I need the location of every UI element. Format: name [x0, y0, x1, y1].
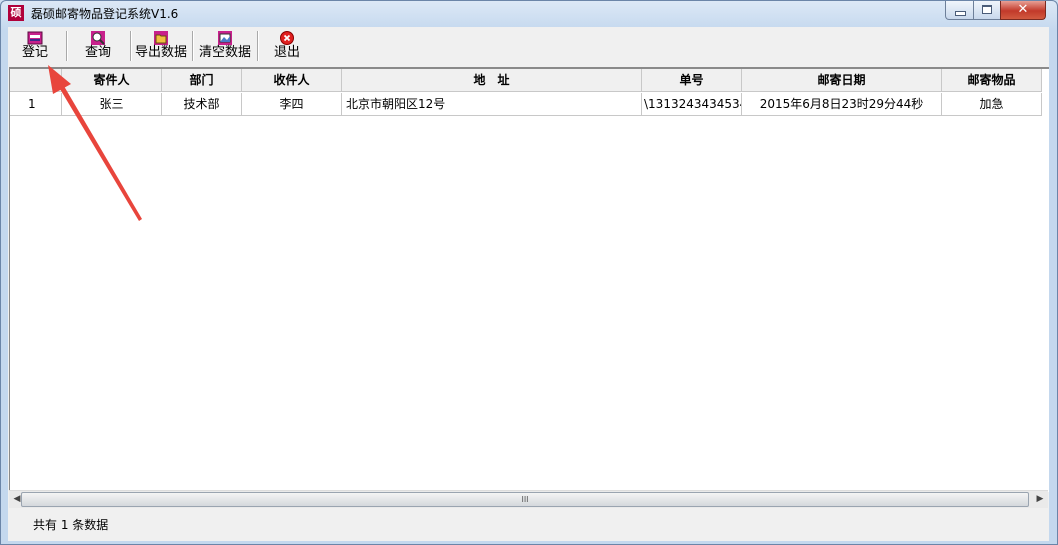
table-cell[interactable]: 北京市朝阳区12号 — [342, 93, 642, 116]
query-label: 查询 — [84, 45, 111, 60]
table-cell[interactable]: 1 — [10, 93, 62, 116]
column-header-sender[interactable]: 寄件人 — [62, 69, 162, 92]
app-icon: 硕 — [8, 5, 24, 21]
minimize-button[interactable] — [945, 1, 974, 20]
table-cell[interactable]: 李四 — [242, 93, 342, 116]
toolbar-separator — [257, 31, 259, 61]
column-header-date[interactable]: 邮寄日期 — [742, 69, 942, 92]
toolbar-separator — [130, 31, 132, 61]
column-header-tracking-no[interactable]: 单号 — [642, 69, 742, 92]
maximize-button[interactable] — [973, 1, 1001, 20]
column-header[interactable] — [10, 69, 62, 92]
table-cell[interactable]: 加急 — [942, 93, 1042, 116]
login-button[interactable]: 登记 — [20, 29, 50, 65]
table-cell[interactable]: 张三 — [62, 93, 162, 116]
exit-icon — [280, 31, 294, 45]
export-button[interactable]: 导出数据 — [135, 29, 187, 65]
table-row[interactable]: 1 张三 技术部 李四 北京市朝阳区12号 \1313243434534 201… — [10, 93, 1042, 116]
toolbar-separator — [192, 31, 194, 61]
title-bar[interactable]: 硕 磊硕邮寄物品登记系统V1.6 ✕ — [1, 1, 1057, 25]
login-label: 登记 — [21, 45, 48, 60]
query-button[interactable]: 查询 — [83, 29, 113, 65]
client-area: 登记 查询 导出数据 清空数据 退出 寄件人 部门 收件人 地 址 单号 邮寄日… — [8, 27, 1049, 541]
scrollbar-thumb[interactable]: III — [21, 492, 1029, 507]
toolbar: 登记 查询 导出数据 清空数据 退出 — [8, 27, 1049, 67]
scroll-right-icon[interactable]: ▶ — [1032, 491, 1048, 508]
column-header-recipient[interactable]: 收件人 — [242, 69, 342, 92]
window-title: 磊硕邮寄物品登记系统V1.6 — [31, 7, 179, 21]
maximize-icon — [982, 5, 992, 14]
search-icon — [91, 31, 105, 45]
column-header-address[interactable]: 地 址 — [342, 69, 642, 92]
table-cell[interactable]: 技术部 — [162, 93, 242, 116]
folder-icon — [154, 31, 168, 45]
status-bar: 共有 1 条数据 — [9, 508, 1048, 541]
app-window: 硕 磊硕邮寄物品登记系统V1.6 ✕ 登记 查询 导出数据 清空数据 退出 寄件… — [0, 0, 1058, 545]
close-button[interactable]: ✕ — [1000, 1, 1046, 20]
exit-button[interactable]: 退出 — [272, 29, 302, 65]
table-cell[interactable]: 2015年6月8日23时29分44秒 — [742, 93, 942, 116]
image-icon — [218, 31, 232, 45]
register-icon — [27, 31, 43, 45]
minimize-icon — [955, 11, 966, 16]
record-count: 共有 1 条数据 — [33, 518, 109, 532]
records-table[interactable]: 寄件人 部门 收件人 地 址 单号 邮寄日期 邮寄物品 1 张三 技术部 李四 … — [9, 67, 1049, 492]
exit-label: 退出 — [273, 45, 300, 60]
clear-button[interactable]: 清空数据 — [198, 29, 252, 65]
table-cell[interactable]: \1313243434534 — [642, 93, 742, 116]
horizontal-scrollbar[interactable]: ◀ III ▶ — [9, 490, 1048, 508]
column-header-department[interactable]: 部门 — [162, 69, 242, 92]
clear-label: 清空数据 — [198, 45, 251, 60]
table-header: 寄件人 部门 收件人 地 址 单号 邮寄日期 邮寄物品 — [10, 69, 1042, 92]
column-header-item[interactable]: 邮寄物品 — [942, 69, 1042, 92]
export-label: 导出数据 — [135, 45, 188, 60]
close-icon: ✕ — [1017, 2, 1029, 17]
toolbar-separator — [66, 31, 68, 61]
